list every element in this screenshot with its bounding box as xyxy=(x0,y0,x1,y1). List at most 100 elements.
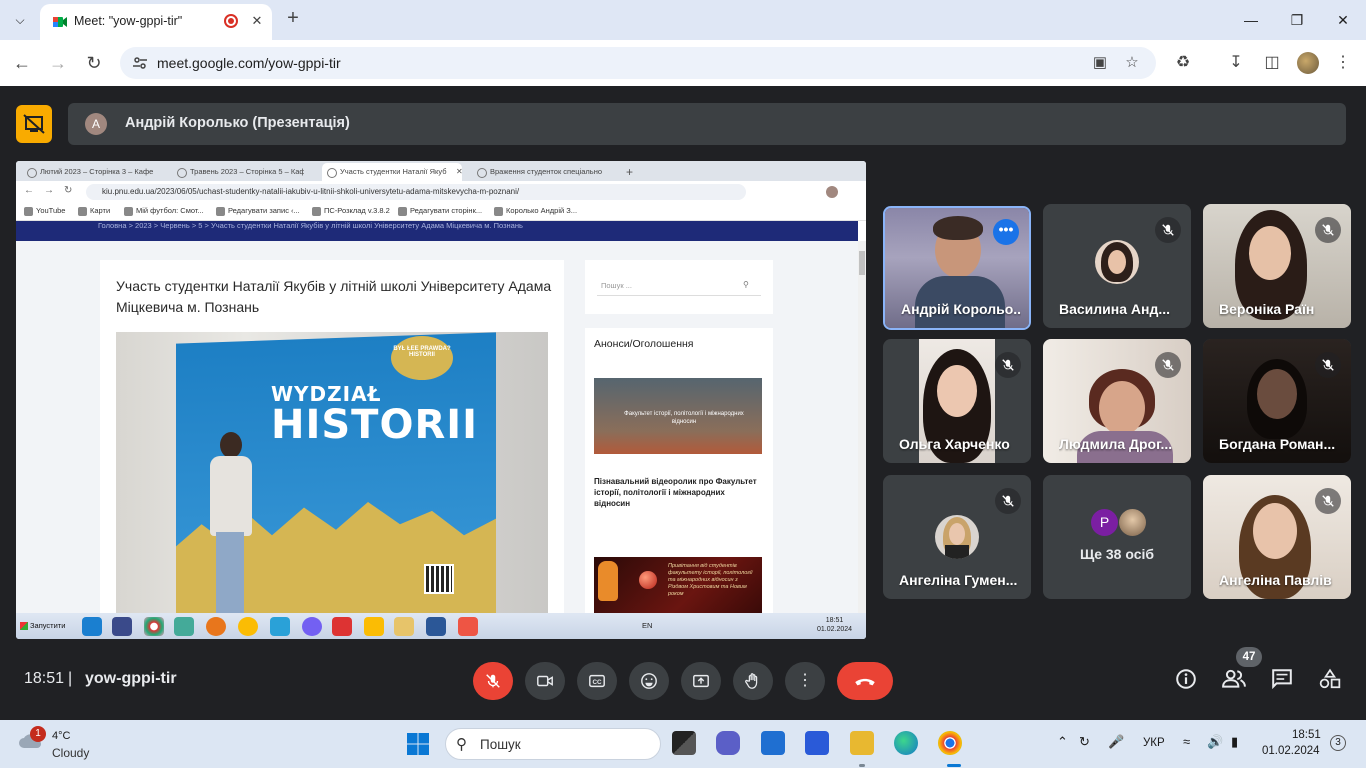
mic-off-icon xyxy=(1155,217,1181,243)
windows-start-icon[interactable] xyxy=(406,732,430,756)
shared-tab-active: Участь студентки Наталії Якуб xyxy=(322,163,462,181)
chat-icon[interactable] xyxy=(1270,668,1294,692)
tab-search-button[interactable]: ⌵ xyxy=(8,8,32,32)
activities-icon[interactable] xyxy=(1318,668,1342,692)
sync-icon[interactable]: ↻ xyxy=(1079,734,1090,750)
participant-name: Людмила Дрог... xyxy=(1059,436,1173,452)
more-participants-label: Ще 38 осіб xyxy=(1079,546,1155,562)
site-settings-icon[interactable] xyxy=(132,55,148,71)
address-bar[interactable]: meet.google.com/yow-gppi-tir ▣ ☆ xyxy=(120,47,1156,79)
raise-hand-button[interactable] xyxy=(733,662,773,700)
meeting-info-icon[interactable] xyxy=(1174,668,1198,692)
more-participants-tile[interactable]: P Ще 38 осіб xyxy=(1043,475,1191,599)
participant-tile[interactable]: Богдана Роман... xyxy=(1203,339,1351,463)
leave-call-button[interactable] xyxy=(837,662,893,700)
menu-icon[interactable]: ⋮ xyxy=(1332,52,1354,74)
participant-name: Вероніка Раїн xyxy=(1219,301,1315,317)
bookmark-star-icon[interactable]: ☆ xyxy=(1122,53,1142,73)
tab-meet[interactable]: Meet: "yow-gppi-tir" ✕ xyxy=(40,4,272,40)
notification-badge[interactable]: 3 xyxy=(1330,735,1346,751)
reload-icon[interactable]: ↻ xyxy=(82,51,106,75)
mic-off-icon xyxy=(995,352,1021,378)
people-icon[interactable] xyxy=(1222,668,1246,692)
close-tab-icon[interactable]: ✕ xyxy=(248,12,266,30)
microphone-icon[interactable]: 🎤 xyxy=(1108,734,1124,750)
participant-tile[interactable]: Василина Анд... xyxy=(1043,204,1191,328)
extensions-icon[interactable]: ♻ xyxy=(1172,52,1194,74)
profile-avatar[interactable] xyxy=(1297,52,1319,74)
participant-tile[interactable]: Ангеліна Гумен... xyxy=(883,475,1031,599)
qr-code xyxy=(424,564,454,594)
announcement-caption: Пізнавальний відеоролик про Факультет іс… xyxy=(594,477,757,508)
weather-description[interactable]: Cloudy xyxy=(52,746,89,760)
app-icon[interactable] xyxy=(805,731,829,755)
running-indicator xyxy=(859,764,865,767)
chevron-up-icon[interactable]: ⌃ xyxy=(1057,734,1068,750)
side-panel-icon[interactable]: ◫ xyxy=(1261,52,1283,74)
wifi-icon[interactable]: ≈ xyxy=(1183,734,1190,749)
app-icon xyxy=(112,617,132,636)
file-explorer-icon[interactable] xyxy=(850,731,874,755)
clock-date: 01.02.2024 xyxy=(817,626,853,633)
more-options-icon[interactable]: ••• xyxy=(993,219,1019,245)
new-tab-button[interactable]: + xyxy=(282,8,304,30)
viber-icon xyxy=(302,617,322,636)
restore-button[interactable]: ❐ xyxy=(1282,8,1312,32)
microphone-toggle-button[interactable] xyxy=(473,662,513,700)
bookmark: Мій футбол: Смот... xyxy=(124,206,204,216)
edge-icon[interactable] xyxy=(894,731,918,755)
captions-button[interactable]: CC xyxy=(577,662,617,700)
input-language[interactable]: УКР xyxy=(1143,737,1165,749)
participant-name: Ангеліна Павлів xyxy=(1219,572,1332,588)
participant-tile[interactable]: ••• Андрій Корольо... xyxy=(883,206,1031,330)
shared-toolbar: ← → ↻ kiu.pnu.edu.ua/2023/06/05/uchast-s… xyxy=(16,181,866,203)
app-icon xyxy=(364,617,384,636)
forward-icon[interactable]: → xyxy=(46,51,70,75)
mic-off-icon xyxy=(1315,217,1341,243)
chrome-icon[interactable] xyxy=(938,731,962,755)
participant-name: Василина Анд... xyxy=(1059,301,1171,317)
weather-temperature[interactable]: 4°C xyxy=(52,730,70,742)
svg-text:CC: CC xyxy=(592,679,602,686)
avatar xyxy=(1095,240,1139,284)
sidebar: Пошук ... ⚲ Анонси/Оголошення Факультет … xyxy=(585,260,773,613)
active-indicator xyxy=(947,764,961,767)
emoji-reaction-button[interactable] xyxy=(629,662,669,700)
taskbar-search[interactable]: ⚲ Пошук xyxy=(445,728,661,760)
camera-icon[interactable]: ▣ xyxy=(1090,53,1110,73)
windows-taskbar: 1 4°C Cloudy ⚲ Пошук ⌃ ↻ 🎤 УКР ≈ 🔊 ▮ 18:… xyxy=(0,720,1366,768)
teams-icon[interactable] xyxy=(716,731,740,755)
volume-icon[interactable]: 🔊 xyxy=(1207,734,1223,750)
close-window-button[interactable]: ✕ xyxy=(1328,8,1358,32)
battery-icon[interactable]: ▮ xyxy=(1231,734,1238,750)
minimize-button[interactable]: — xyxy=(1236,8,1266,32)
back-icon[interactable]: ← xyxy=(10,51,34,75)
participant-tile[interactable]: Вероніка Раїн xyxy=(1203,204,1351,328)
store-icon[interactable] xyxy=(761,731,785,755)
download-icon[interactable]: ↧ xyxy=(1225,52,1247,74)
taskbar-date[interactable]: 01.02.2024 xyxy=(1262,745,1320,757)
tab-strip: ⌵ Meet: "yow-gppi-tir" ✕ + — ❐ ✕ xyxy=(0,0,1366,40)
search-icon: ⚲ xyxy=(743,280,749,289)
stop-presenting-icon[interactable] xyxy=(16,105,52,143)
presenter-bar: A Андрій Королько (Презентація) xyxy=(68,103,1346,145)
shared-screen[interactable]: Лютий 2023 – Сторінка 3 – Кафе Травень 2… xyxy=(16,161,866,639)
task-view-icon[interactable] xyxy=(672,731,696,755)
participant-tile[interactable]: Людмила Дрог... xyxy=(1043,339,1191,463)
shared-taskbar: Запустити EN 18:51 01.02.2024 xyxy=(16,613,866,639)
bookmark: Карти xyxy=(78,206,110,216)
avatar: A xyxy=(85,113,107,135)
app-icon xyxy=(238,617,258,636)
participant-tile[interactable]: Ольга Харченко xyxy=(883,339,1031,463)
present-screen-button[interactable] xyxy=(681,662,721,700)
language-indicator: EN xyxy=(642,621,653,630)
bookmarks-bar: YouTube Карти Мій футбол: Смот... Редагу… xyxy=(16,203,866,221)
shared-clock: 18:51 01.02.2024 xyxy=(817,616,852,634)
more-options-button[interactable]: ⋮ xyxy=(785,662,825,700)
announcements: Анонси/Оголошення Факультет історії, пол… xyxy=(585,328,773,613)
participant-tile[interactable]: Ангеліна Павлів xyxy=(1203,475,1351,599)
shared-tab: Лютий 2023 – Сторінка 3 – Кафе xyxy=(22,163,162,181)
taskbar-time[interactable]: 18:51 xyxy=(1292,729,1321,741)
participant-name: Ольга Харченко xyxy=(899,436,1010,452)
camera-toggle-button[interactable] xyxy=(525,662,565,700)
